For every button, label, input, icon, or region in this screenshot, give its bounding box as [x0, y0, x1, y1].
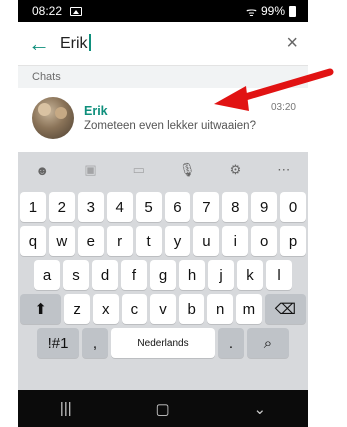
- search-input[interactable]: Erik: [60, 34, 274, 53]
- key[interactable]: v: [150, 294, 176, 324]
- status-bar: 08:22 ᯤ 99%: [18, 0, 308, 22]
- key[interactable]: n: [207, 294, 234, 324]
- gear-icon[interactable]: ⚙: [223, 162, 247, 178]
- key[interactable]: x: [92, 294, 119, 324]
- chat-time: 03:20: [270, 102, 296, 113]
- key[interactable]: t: [135, 226, 162, 256]
- navigation-bar: ||| ▢ ⌄: [18, 390, 308, 427]
- chat-text: Erik Zometeen even lekker uitwaaien?: [84, 104, 296, 132]
- bottom-row: !#1 , Nederlands . ⌕: [20, 328, 306, 358]
- key[interactable]: y: [164, 226, 191, 256]
- key[interactable]: 3: [77, 192, 104, 222]
- keyboard: ☻ ▣ ▭ 🎙 ⚙ ⋯ 1 2 3 4 5 6 7 8 9 0 q w e r …: [18, 152, 308, 390]
- key[interactable]: h: [179, 260, 205, 290]
- key[interactable]: z: [64, 294, 90, 324]
- key[interactable]: 8: [222, 192, 249, 222]
- keyboard-toolbar: ☻ ▣ ▭ 🎙 ⚙ ⋯: [18, 152, 308, 188]
- key[interactable]: a: [34, 260, 60, 290]
- back-arrow-icon[interactable]: ←: [28, 31, 60, 57]
- key[interactable]: 0: [280, 192, 307, 222]
- key[interactable]: 1: [19, 192, 46, 222]
- key[interactable]: g: [150, 260, 176, 290]
- clock: 08:22: [32, 4, 63, 18]
- phone-screen: 08:22 ᯤ 99% ← Erik × Chats Erik Zometeen…: [18, 0, 308, 427]
- comma-key[interactable]: ,: [82, 328, 108, 358]
- symbols-key[interactable]: !#1: [37, 328, 79, 358]
- letter-row-2: a s d f g h j k l: [20, 260, 306, 290]
- more-icon[interactable]: ⋯: [272, 162, 296, 178]
- key[interactable]: r: [106, 226, 133, 256]
- section-header: Chats: [18, 66, 308, 88]
- key[interactable]: q: [19, 226, 46, 256]
- signal-icon: ᯤ: [246, 4, 257, 19]
- key[interactable]: d: [92, 260, 118, 290]
- key[interactable]: o: [251, 226, 278, 256]
- shift-key[interactable]: ⬆: [20, 294, 62, 324]
- gallery-icon: [70, 6, 83, 16]
- battery-percent: 99%: [260, 4, 285, 18]
- key[interactable]: u: [193, 226, 220, 256]
- microphone-icon[interactable]: 🎙: [175, 162, 199, 178]
- letter-row-3: ⬆ z x c v b n m ⌫: [20, 294, 307, 324]
- sticker-icon[interactable]: ▣: [78, 162, 102, 178]
- key[interactable]: i: [222, 226, 249, 256]
- letter-row-1: q w e r t y u i o p: [19, 226, 307, 256]
- home-icon[interactable]: ▢: [155, 400, 169, 418]
- search-icon: ⌕: [263, 334, 273, 352]
- key[interactable]: k: [237, 260, 263, 290]
- search-key[interactable]: ⌕: [247, 328, 289, 358]
- space-key[interactable]: Nederlands: [111, 328, 215, 358]
- gif-icon[interactable]: ▭: [127, 162, 151, 178]
- key[interactable]: 7: [193, 192, 220, 222]
- chat-message: Zometeen even lekker uitwaaien?: [84, 120, 256, 132]
- key[interactable]: j: [208, 260, 234, 290]
- search-bar: ← Erik ×: [18, 22, 308, 66]
- key[interactable]: e: [77, 226, 104, 256]
- back-chevron-icon[interactable]: ⌄: [254, 400, 267, 418]
- search-query: Erik: [60, 35, 88, 52]
- key-rows: 1 2 3 4 5 6 7 8 9 0 q w e r t y u i o p …: [18, 192, 308, 358]
- key[interactable]: 2: [48, 192, 75, 222]
- key[interactable]: f: [121, 260, 147, 290]
- key[interactable]: c: [121, 294, 148, 324]
- key[interactable]: 6: [164, 192, 191, 222]
- recents-icon[interactable]: |||: [60, 400, 72, 417]
- number-row: 1 2 3 4 5 6 7 8 9 0: [19, 192, 307, 222]
- key[interactable]: 5: [135, 192, 162, 222]
- key[interactable]: 4: [106, 192, 133, 222]
- key[interactable]: l: [266, 260, 292, 290]
- key[interactable]: w: [48, 226, 75, 256]
- key[interactable]: m: [236, 294, 262, 324]
- close-icon[interactable]: ×: [274, 32, 298, 55]
- key[interactable]: p: [280, 226, 307, 256]
- key[interactable]: b: [178, 294, 205, 324]
- chat-name: Erik: [84, 104, 108, 118]
- key[interactable]: 9: [251, 192, 278, 222]
- avatar[interactable]: [32, 97, 74, 139]
- backspace-key[interactable]: ⌫: [264, 294, 307, 324]
- battery-icon: [289, 5, 296, 17]
- text-cursor: [88, 34, 91, 51]
- emoji-icon[interactable]: ☻: [30, 163, 54, 178]
- chat-result[interactable]: Erik Zometeen even lekker uitwaaien? 03:…: [18, 88, 308, 148]
- key[interactable]: s: [63, 260, 89, 290]
- period-key[interactable]: .: [218, 328, 244, 358]
